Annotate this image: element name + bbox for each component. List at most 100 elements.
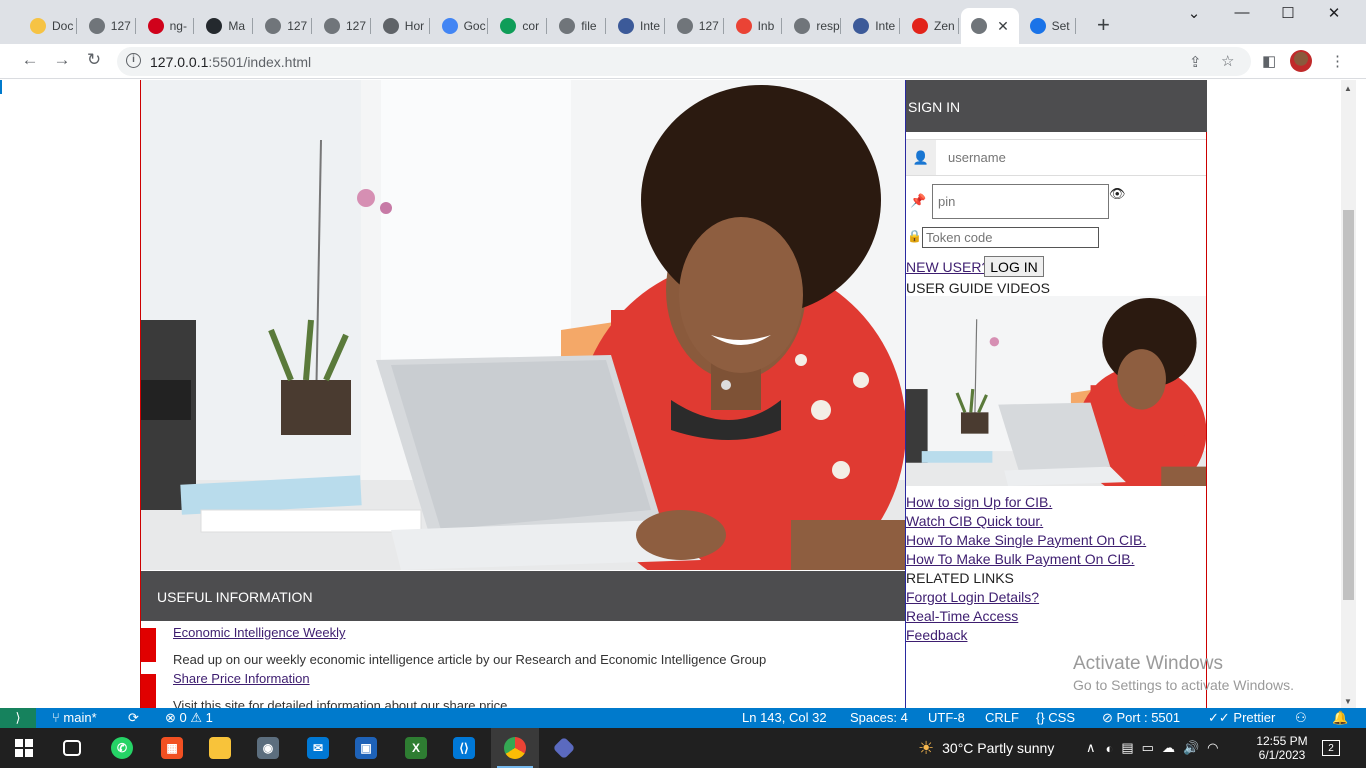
chrome-icon[interactable] xyxy=(491,728,539,768)
window-close-icon[interactable]: ✕ xyxy=(1314,4,1354,28)
token-code-input[interactable] xyxy=(922,227,1099,248)
bookmark-star-icon[interactable]: ☆ xyxy=(1221,52,1234,70)
browser-tab[interactable]: 127 xyxy=(667,8,724,44)
guide-link-quick-tour[interactable]: Watch CIB Quick tour. xyxy=(906,513,1206,532)
new-user-link[interactable]: NEW USER? xyxy=(906,259,989,275)
guide-link-single-payment[interactable]: How To Make Single Payment On CIB. xyxy=(906,532,1206,551)
remote-indicator-icon[interactable]: ⟩ xyxy=(0,708,36,728)
tab-close-icon[interactable]: ✕ xyxy=(997,18,1009,35)
browser-tab[interactable]: 127 xyxy=(79,8,136,44)
tab-separator xyxy=(369,18,371,34)
maximize-icon[interactable]: ☐ xyxy=(1268,4,1308,28)
page-scrollbar[interactable]: ▲ ▼ xyxy=(1341,80,1356,708)
notifications-bell-icon[interactable]: 🔔 xyxy=(1332,710,1348,726)
browser-tab[interactable]: Ma xyxy=(196,8,254,44)
weather-sun-icon: ☀ xyxy=(918,737,935,758)
browser-tab[interactable]: cor xyxy=(490,8,548,44)
profile-avatar[interactable] xyxy=(1290,50,1312,72)
excel-like-app-icon[interactable]: X xyxy=(392,728,440,768)
username-input[interactable] xyxy=(936,140,1206,175)
cursor-position[interactable]: Ln 143, Col 32 xyxy=(742,710,827,725)
prettier-status[interactable]: ✓✓ Prettier xyxy=(1208,710,1275,726)
system-tray-icons[interactable]: ∧ ◐ ▤ ▭ ☁ 🔊 ◠ xyxy=(1086,728,1219,768)
tray-network-icon[interactable]: ▤ xyxy=(1121,740,1133,756)
tray-chevron-icon[interactable]: ∧ xyxy=(1086,740,1096,756)
tab-favicon-icon xyxy=(912,18,928,34)
browser-tab[interactable]: ng- xyxy=(138,8,195,44)
back-icon[interactable]: ← xyxy=(18,50,42,70)
indentation[interactable]: Spaces: 4 xyxy=(850,710,908,725)
site-info-icon[interactable]: i xyxy=(126,53,141,68)
language-mode[interactable]: {} CSS xyxy=(1036,710,1075,725)
browser-tab[interactable]: Inb xyxy=(726,8,783,44)
side-panel-icon[interactable]: ◧ xyxy=(1262,52,1276,70)
browser-tab[interactable]: 127 xyxy=(314,8,371,44)
browser-tab[interactable]: resp xyxy=(784,8,842,44)
tab-search-icon[interactable]: ⌄ xyxy=(1174,4,1214,28)
file-explorer-icon[interactable] xyxy=(196,728,244,768)
sync-icon[interactable]: ⟳ xyxy=(128,710,139,726)
scroll-down-icon[interactable]: ▼ xyxy=(1344,697,1352,706)
browser-tab[interactable]: Inte xyxy=(843,8,900,44)
tab-title: Goc xyxy=(463,19,486,33)
accounts-icon[interactable]: ⚇ xyxy=(1295,710,1307,726)
useful-info-header: USEFUL INFORMATION xyxy=(141,571,905,621)
live-server-port[interactable]: ⊘ Port : 5501 xyxy=(1102,710,1180,726)
vscode-icon[interactable]: ⟨⟩ xyxy=(440,728,488,768)
scroll-up-icon[interactable]: ▲ xyxy=(1344,84,1352,93)
camera-icon[interactable]: ◉ xyxy=(244,728,292,768)
url-text[interactable]: 127.0.0.1:5501/index.html xyxy=(150,54,311,70)
scrollbar-thumb[interactable] xyxy=(1343,210,1354,600)
tray-battery-icon[interactable]: ▭ xyxy=(1142,740,1154,756)
whatsapp-icon[interactable]: ✆ xyxy=(98,728,146,768)
address-bar[interactable]: i 127.0.0.1:5501/index.html ⇪ ☆ xyxy=(117,47,1251,76)
guide-link-bulk-payment[interactable]: How To Make Bulk Payment On CIB. xyxy=(906,551,1206,570)
real-time-access-link[interactable]: Real-Time Access xyxy=(906,608,1206,627)
editor-edge-marker xyxy=(0,80,2,94)
tray-app-icon[interactable]: ◐ xyxy=(1106,741,1114,756)
tray-cloud-icon[interactable]: ☁ xyxy=(1162,740,1175,756)
share-price-link[interactable]: Share Price Information xyxy=(173,671,310,686)
remote-desktop-icon[interactable]: ▣ xyxy=(342,728,390,768)
browser-tab[interactable]: file xyxy=(549,8,606,44)
forgot-login-link[interactable]: Forgot Login Details? xyxy=(906,589,1206,608)
browser-tab[interactable]: Inte xyxy=(608,8,665,44)
weather-widget[interactable]: ☀ 30°C Partly sunny xyxy=(918,728,1054,768)
share-icon[interactable]: ⇪ xyxy=(1189,53,1202,71)
browser-tab[interactable]: ✕ xyxy=(960,8,1019,44)
browser-tab[interactable]: 127 xyxy=(255,8,312,44)
forward-icon[interactable]: → xyxy=(50,50,74,70)
start-button[interactable] xyxy=(0,728,48,768)
signin-actions: NEW USER? LOG IN xyxy=(906,256,1206,278)
notification-center-icon[interactable]: 2 xyxy=(1322,728,1340,768)
tab-title: Inb xyxy=(757,19,775,33)
user-guide-video-thumbnail[interactable] xyxy=(906,296,1206,486)
git-client-icon[interactable] xyxy=(540,728,588,768)
minimize-icon[interactable]: — xyxy=(1222,4,1262,28)
mail-icon[interactable]: ✉ xyxy=(294,728,342,768)
show-pin-eye-icon[interactable]: 👁 xyxy=(1109,186,1126,202)
git-branch[interactable]: ⑂ main* xyxy=(52,710,97,725)
browser-tab[interactable]: Doc xyxy=(20,8,77,44)
economic-intelligence-link[interactable]: Economic Intelligence Weekly xyxy=(173,625,345,640)
browser-tab[interactable]: Goc xyxy=(432,8,489,44)
line-ending[interactable]: CRLF xyxy=(985,710,1019,725)
tab-separator xyxy=(310,18,312,34)
problems-count[interactable]: ⊗ 0 ⚠ 1 xyxy=(165,710,213,726)
file-encoding[interactable]: UTF-8 xyxy=(928,710,965,725)
task-view-icon[interactable] xyxy=(48,728,96,768)
store-icon[interactable]: ▦ xyxy=(148,728,196,768)
feedback-link[interactable]: Feedback xyxy=(906,627,1206,646)
menu-kebab-icon[interactable]: ⋮ xyxy=(1330,52,1345,70)
browser-tab[interactable]: Set xyxy=(1020,8,1077,44)
clock[interactable]: 12:55 PM 6/1/2023 xyxy=(1256,728,1308,768)
login-button[interactable]: LOG IN xyxy=(984,256,1044,277)
browser-tab[interactable]: Zen xyxy=(902,8,959,44)
pin-input[interactable] xyxy=(932,184,1109,219)
browser-tab[interactable]: Hor xyxy=(373,8,430,44)
new-tab-button[interactable]: + xyxy=(1097,14,1110,36)
tray-wifi-icon[interactable]: ◠ xyxy=(1207,740,1218,756)
reload-icon[interactable]: ↻ xyxy=(82,50,106,70)
guide-link-signup[interactable]: How to sign Up for CIB. xyxy=(906,494,1206,513)
tray-volume-icon[interactable]: 🔊 xyxy=(1183,740,1199,756)
